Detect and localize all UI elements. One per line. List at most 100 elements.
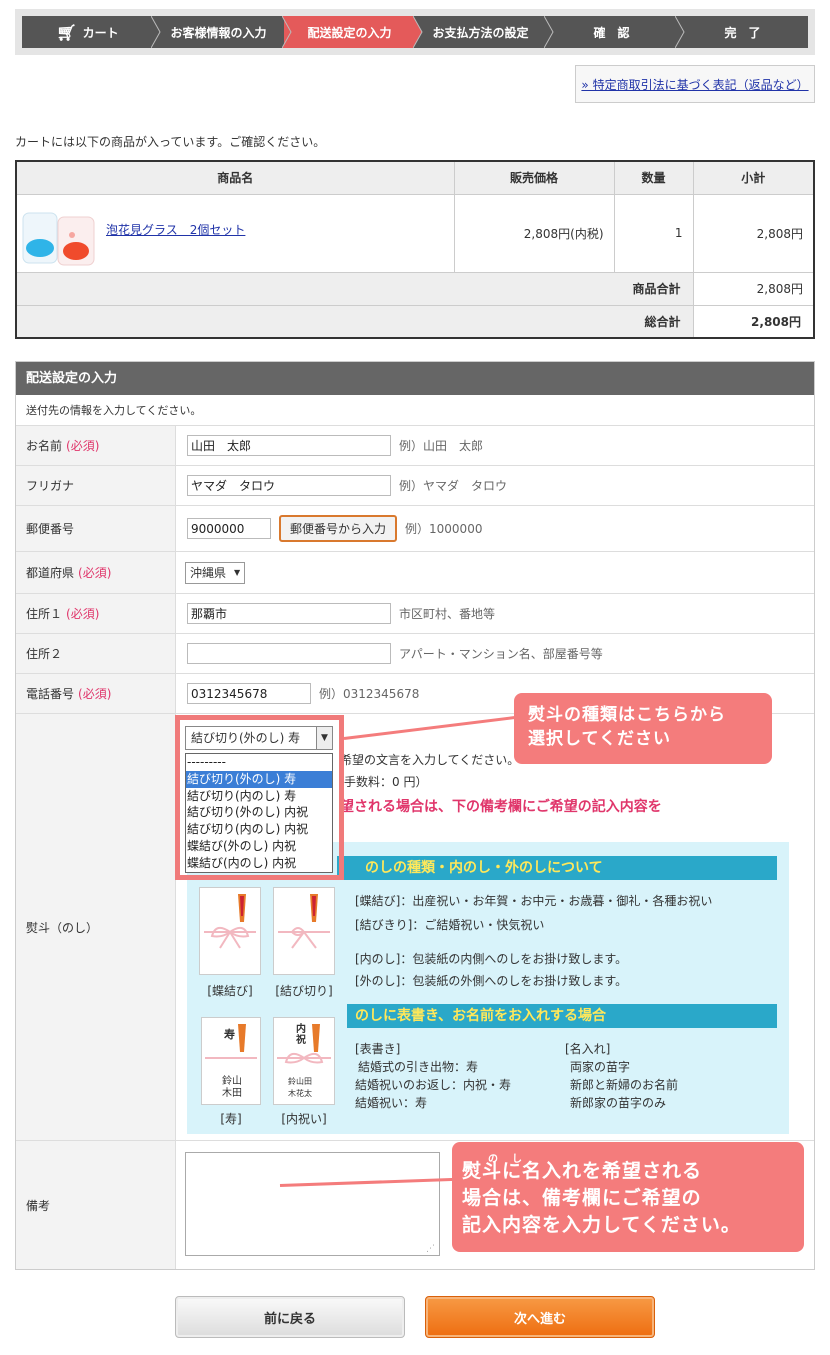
next-button[interactable]: 次へ進む	[425, 1296, 655, 1338]
law-link[interactable]: » 特定商取引法に基づく表記（返品など）	[581, 76, 808, 93]
pref-value: 沖縄県	[190, 566, 227, 580]
callout-line: 選択してください	[528, 729, 671, 749]
noshi-option-selected[interactable]: 結び切り(外のし) 寿	[186, 770, 332, 788]
noshi-option[interactable]: ---------	[186, 754, 332, 771]
goods-total-row: 商品合計 2,808円	[15, 271, 815, 306]
list-item: 結婚祝いのお返し：内祝・寿	[355, 1078, 512, 1092]
back-button[interactable]: 前に戻る	[175, 1296, 405, 1338]
table-row: 泡花見グラス 2個セット 2,808円(内税) 1 2,808円	[15, 193, 815, 273]
svg-text:木花太: 木花太	[288, 1088, 312, 1098]
dropdown-arrow-icon: ▼	[234, 568, 241, 577]
step-customer-info: お客様情報の入力	[153, 16, 292, 48]
step-cart: 🛒︎ カート	[22, 16, 161, 48]
law-link-box: » 特定商取引法に基づく表記（返品など）	[575, 65, 815, 103]
pref-label: 都道府県	[26, 566, 75, 580]
goods-total-label: 商品合計	[15, 271, 694, 306]
noshi-option[interactable]: 結び切り(内のし) 寿	[186, 788, 332, 805]
grand-total: 2,808円	[692, 304, 815, 339]
noshi-option[interactable]: 結び切り(内のし) 内祝	[186, 821, 332, 838]
noshi-note2: 手数料：0 円）	[344, 775, 428, 789]
row-zip: 郵便番号 郵便番号から入力例）1000000	[16, 506, 814, 552]
form-desc: 送付先の情報を入力してください。	[16, 395, 814, 426]
col-price: 販売価格	[453, 160, 615, 195]
col-product: 商品名	[15, 160, 455, 195]
grand-total-row: 総合計 2,808円	[15, 304, 815, 339]
row-addr2: 住所２ アパート・マンション名、部屋番号等	[16, 634, 814, 674]
callout-line: 場合は、備考欄にご希望の	[462, 1187, 702, 1209]
product-cell: 泡花見グラス 2個セット	[15, 193, 455, 273]
product-qty: 1	[613, 193, 694, 273]
step-payment: お支払方法の設定	[415, 16, 554, 48]
noshi-option[interactable]: 蝶結び(内のし) 内祝	[186, 855, 332, 872]
row-kana: フリガナ 例）ヤマダ タロウ	[16, 466, 814, 506]
addr1-example: 市区町村、番地等	[399, 607, 496, 621]
grand-total-label: 総合計	[15, 304, 694, 339]
list-item: [名入れ]	[565, 1042, 611, 1056]
tel-input[interactable]	[187, 683, 311, 704]
omote-list: [表書き] 結婚式の引き出物：寿 結婚祝いのお返し：内祝・寿 結婚祝い：寿	[355, 1040, 511, 1112]
noshi-select[interactable]: 結び切り(外のし) 寿 ▼	[185, 726, 333, 750]
name-example: 例）山田 太郎	[399, 439, 484, 453]
noshi-select-value: 結び切り(外のし) 寿	[191, 731, 301, 745]
noshi-dropdown-highlight: 結び切り(外のし) 寿 ▼ --------- 結び切り(外のし) 寿 結び切り…	[175, 715, 344, 880]
required-mark: (必須)	[78, 687, 112, 701]
noshi-type-callout: 熨斗の種類はこちらから 選択してください	[514, 693, 772, 764]
row-name: お名前(必須) 例）山田 太郎	[16, 426, 814, 466]
step-label: お支払方法の設定	[432, 25, 529, 40]
zip-example: 例）1000000	[405, 522, 483, 536]
addr2-label: 住所２	[26, 647, 63, 661]
noshi-info-line3: [内のし]：包装紙の内側へのしをお掛け致します。	[355, 952, 628, 966]
remarks-textarea[interactable]	[185, 1152, 440, 1256]
step-divider	[544, 16, 554, 48]
zip-label: 郵便番号	[26, 522, 75, 536]
col-subtotal: 小計	[692, 160, 815, 195]
noshi-card-chou	[199, 887, 261, 975]
remarks-callout: のし 熨斗に名入れを希望される 場合は、備考欄にご希望の 記入内容を入力してくだ…	[452, 1142, 804, 1252]
noshi-card-uchiiwai: 鈴山田 木花太 内祝	[273, 1017, 335, 1105]
noshi-card-musubi	[273, 887, 335, 975]
col-qty: 数量	[613, 160, 694, 195]
step-label: お客様情報の入力	[170, 25, 267, 40]
addr2-input[interactable]	[187, 643, 391, 664]
naire-list: [名入れ] 両家の苗字 新郎と新婦のお名前 新郎家の苗字のみ	[565, 1040, 678, 1112]
noshi-option[interactable]: 蝶結び(外のし) 内祝	[186, 838, 332, 855]
cart-table: 商品名 販売価格 数量 小計 泡花見グラス 2個セット 2,808円(内税) 1…	[15, 160, 815, 339]
product-image[interactable]	[20, 203, 100, 267]
cart-header-row: 商品名 販売価格 数量 小計	[15, 160, 815, 195]
svg-text:木田: 木田	[222, 1087, 242, 1099]
product-link[interactable]: 泡花見グラス 2個セット	[106, 221, 245, 238]
addr1-input[interactable]	[187, 603, 391, 624]
callout-line: 熨斗の種類はこちらから	[528, 705, 726, 725]
noshi-naire-title: のしに表書き、お名前をお入れする場合	[347, 1004, 777, 1028]
noshi-option[interactable]: 結び切り(外のし) 内祝	[186, 804, 332, 821]
noshi-note1: 希望の文言を入力してください。	[340, 753, 520, 767]
tel-label: 電話番号	[26, 687, 75, 701]
pref-select[interactable]: 沖縄県 ▼	[185, 561, 246, 584]
row-addr1: 住所１(必須) 市区町村、番地等	[16, 594, 814, 634]
noshi-info-line2: [結びきり]：ご結婚祝い・快気祝い	[355, 918, 545, 932]
chevron-down-icon[interactable]: ▼	[316, 727, 332, 749]
name-input[interactable]	[187, 435, 391, 456]
svg-text:鈴山田: 鈴山田	[288, 1076, 312, 1086]
noshi-musubi-icon	[278, 894, 330, 949]
noshi-options-list: --------- 結び切り(外のし) 寿 結び切り(内のし) 寿 結び切り(外…	[185, 753, 333, 873]
remarks-label: 備考	[26, 1198, 51, 1213]
cart-icon: 🛒︎	[56, 22, 77, 42]
product-price: 2,808円(内税)	[453, 193, 615, 273]
list-item: 新郎と新婦のお名前	[570, 1078, 679, 1092]
step-label: 確 認	[593, 25, 630, 40]
required-mark: (必須)	[66, 439, 100, 453]
step-label: カート	[82, 25, 119, 40]
zip-lookup-button[interactable]: 郵便番号から入力	[279, 515, 398, 542]
noshi-info-line4: [外のし]：包装紙の外側へのしをお掛け致します。	[355, 974, 628, 988]
step-divider	[675, 16, 685, 48]
kana-input[interactable]	[187, 475, 391, 496]
zip-input[interactable]	[187, 518, 271, 539]
goods-total: 2,808円	[692, 271, 815, 306]
required-mark: (必須)	[66, 607, 100, 621]
list-item: 新郎家の苗字のみ	[570, 1096, 667, 1110]
step-label: 配送設定の入力	[307, 25, 392, 40]
tel-example: 例）0312345678	[319, 687, 420, 701]
noshi-card-kotobuki: 鈴山 木田 寿	[201, 1017, 261, 1105]
required-mark: (必須)	[78, 566, 112, 580]
